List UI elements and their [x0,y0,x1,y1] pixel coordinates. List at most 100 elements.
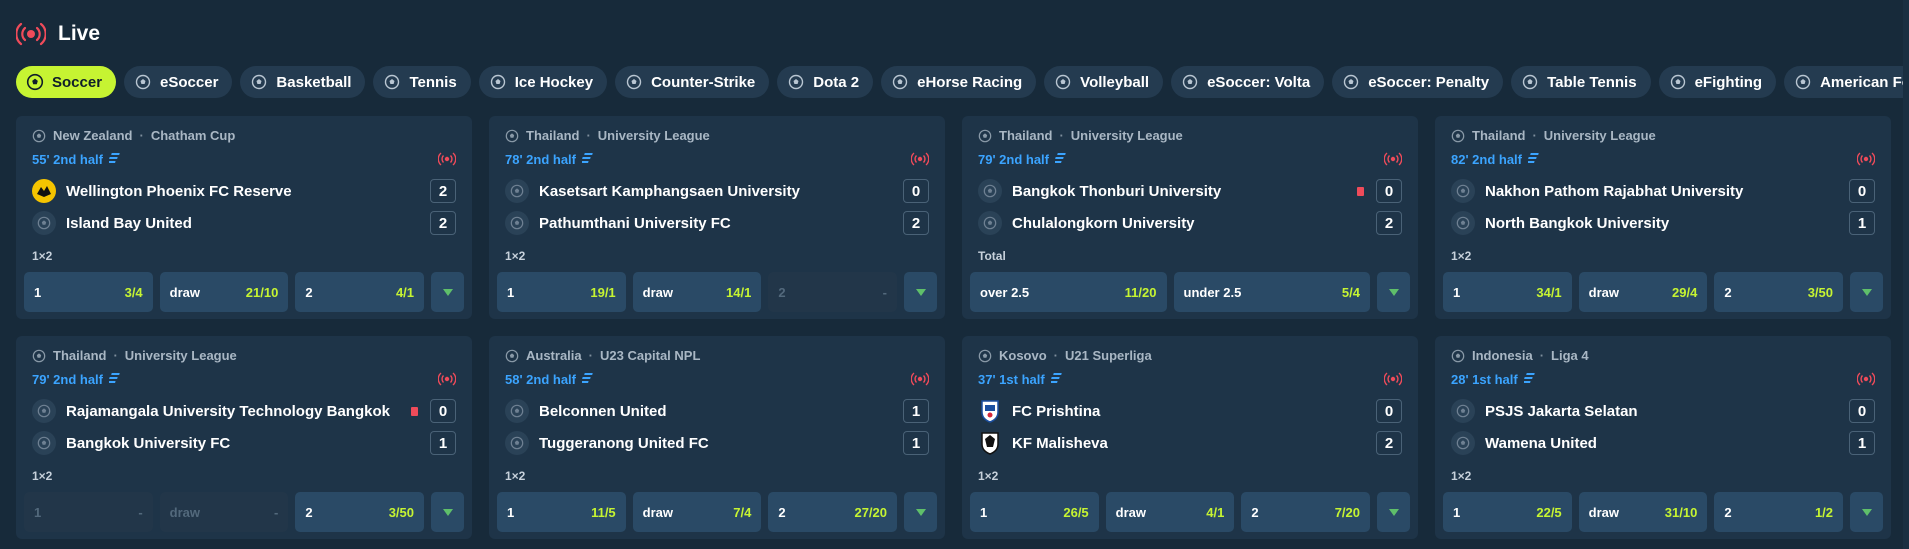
live-stream-icon[interactable] [1383,152,1403,166]
league-name[interactable]: University League [598,128,710,143]
odd-button[interactable]: draw 31/10 [1578,492,1708,532]
odd-value: 3/50 [1807,284,1834,300]
odd-button[interactable]: 1 19/1 [497,272,626,312]
team-row[interactable]: PSJS Jakarta Selatan 0 [1451,398,1875,424]
tab-efighting[interactable]: eFighting [1658,66,1777,98]
odd-button[interactable]: 1 3/4 [24,272,153,312]
odd-button: draw - [159,492,289,532]
tab-counter-strike[interactable]: Counter-Strike [615,66,770,98]
team-row[interactable]: Pathumthani University FC 2 [505,210,929,236]
live-stream-icon[interactable] [910,152,930,166]
team-row[interactable]: FC Prishtina 0 [978,398,1402,424]
team-row[interactable]: Tuggeranong United FC 1 [505,430,929,456]
soccer-ball-icon [32,129,46,143]
odd-button[interactable]: 2 3/50 [1714,272,1844,312]
more-markets-button[interactable] [1850,492,1884,532]
generic-team-icon [1451,211,1475,235]
more-markets-button[interactable] [431,272,465,312]
league-name[interactable]: University League [1071,128,1183,143]
league-name[interactable]: Liga 4 [1551,348,1589,363]
more-markets-button[interactable] [1377,272,1410,312]
tab-basketball[interactable]: Basketball [240,66,366,98]
odd-button[interactable]: draw 7/4 [632,492,762,532]
odd-button[interactable]: 2 27/20 [768,492,898,532]
team-score: 1 [903,399,929,423]
page-scrollbar[interactable] [1903,0,1909,549]
live-stream-icon[interactable] [1856,372,1876,386]
odd-button[interactable]: 2 3/50 [295,492,425,532]
more-markets-button[interactable] [1377,492,1411,532]
more-markets-button[interactable] [904,272,938,312]
tab-tennis[interactable]: Tennis [373,66,471,98]
team-row[interactable]: Bangkok University FC 1 [32,430,456,456]
odd-button[interactable]: 1 34/1 [1443,272,1572,312]
market-label: 1×2 [978,469,999,483]
live-stream-icon[interactable] [910,372,930,386]
team-row[interactable]: Rajamangala University Technology Bangko… [32,398,456,424]
live-stream-icon[interactable] [437,372,457,386]
tab-american-football[interactable]: American Football [1784,66,1909,98]
stats-icon[interactable] [1521,372,1536,387]
stats-icon[interactable] [580,152,594,167]
team-row[interactable]: Chulalongkorn University 2 [978,210,1402,236]
tab-soccer[interactable]: Soccer [16,66,117,98]
match-time-label: 79' 2nd half [32,372,103,387]
market-label: 1×2 [505,469,526,483]
team-row[interactable]: Wamena United 1 [1451,430,1875,456]
team-score: 2 [903,211,929,235]
odd-button[interactable]: over 2.5 11/20 [970,272,1167,312]
live-stream-icon[interactable] [437,152,457,166]
tab-ehorse-racing[interactable]: eHorse Racing [881,66,1037,98]
team-row[interactable]: KF Malisheva 2 [978,430,1402,456]
more-markets-button[interactable] [431,492,465,532]
tab-esoccer-volta[interactable]: eSoccer: Volta [1171,66,1325,98]
live-stream-icon[interactable] [1856,152,1876,166]
odd-button[interactable]: under 2.5 5/4 [1173,272,1370,312]
tab-table-tennis[interactable]: Table Tennis [1511,66,1651,98]
league-name[interactable]: University League [125,348,237,363]
stats-icon[interactable] [1526,152,1540,167]
team-row[interactable]: Nakhon Pathom Rajabhat University 0 [1451,178,1875,204]
team-row[interactable]: Kasetsart Kamphangsaen University 0 [505,178,929,204]
more-markets-button[interactable] [904,492,938,532]
league-name[interactable]: Chatham Cup [151,128,236,143]
odd-button[interactable]: 2 7/20 [1241,492,1371,532]
tab-ice-hockey[interactable]: Ice Hockey [478,66,608,98]
match-time-label: 37' 1st half [978,372,1045,387]
odd-button[interactable]: 1 22/5 [1443,492,1572,532]
tab-label: eSoccer: Penalty [1368,73,1490,91]
tab-dota-2[interactable]: Dota 2 [777,66,874,98]
odd-button[interactable]: 2 4/1 [295,272,425,312]
league-name[interactable]: U21 Superliga [1065,348,1152,363]
more-markets-button[interactable] [1850,272,1884,312]
live-stream-icon[interactable] [1383,372,1403,386]
league-name[interactable]: U23 Capital NPL [600,348,700,363]
odd-button[interactable]: draw 29/4 [1578,272,1708,312]
team-row[interactable]: Island Bay United 2 [32,210,456,236]
stats-icon[interactable] [1053,152,1067,167]
odd-button[interactable]: draw 21/10 [159,272,289,312]
team-row[interactable]: Belconnen United 1 [505,398,929,424]
league-name[interactable]: University League [1544,128,1656,143]
tab-esoccer[interactable]: eSoccer [124,66,233,98]
chevron-down-icon [442,283,453,301]
odd-button[interactable]: 1 11/5 [497,492,626,532]
odd-button[interactable]: 1 26/5 [970,492,1099,532]
team-row[interactable]: Bangkok Thonburi University 0 [978,178,1402,204]
stats-icon[interactable] [1048,372,1063,387]
team-name: Island Bay United [66,214,192,232]
tab-esoccer-penalty[interactable]: eSoccer: Penalty [1332,66,1504,98]
team-row[interactable]: North Bangkok University 1 [1451,210,1875,236]
odd-button: 2- [768,272,898,312]
odd-button[interactable]: draw 14/1 [632,272,762,312]
team-row[interactable]: Wellington Phoenix FC Reserve 2 [32,178,456,204]
tab-volleyball[interactable]: Volleyball [1044,66,1164,98]
stats-icon[interactable] [107,372,121,387]
stats-icon[interactable] [580,372,594,387]
odd-button[interactable]: 2 1/2 [1714,492,1844,532]
country-name: Thailand [526,128,580,143]
stats-icon[interactable] [107,152,121,167]
match-time: 82' 2nd half [1451,152,1540,167]
market-label: 1×2 [32,249,53,263]
odd-button[interactable]: draw 4/1 [1105,492,1235,532]
